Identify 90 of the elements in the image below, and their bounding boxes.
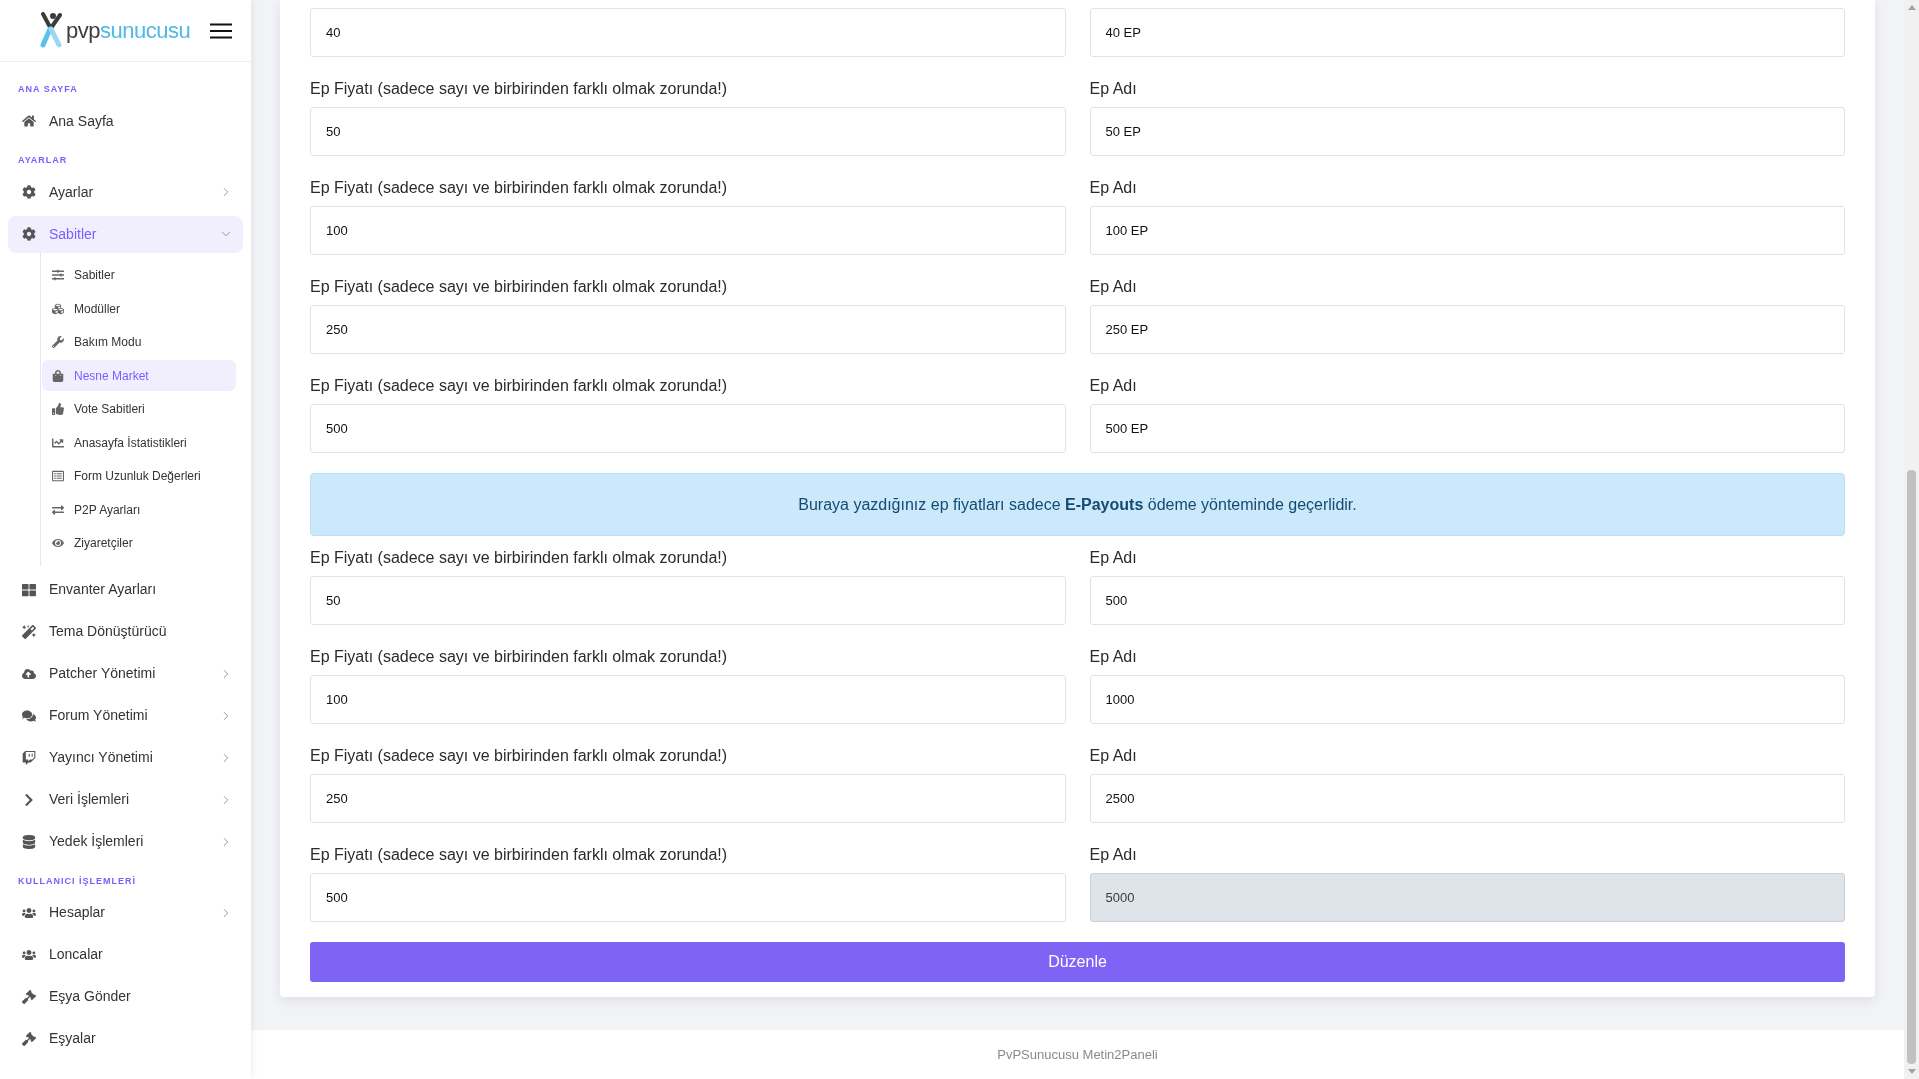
- logo-text: pvpsunucusu: [66, 17, 191, 45]
- house-icon: [22, 114, 36, 128]
- sliders-icon: [52, 269, 64, 282]
- field-label: Ep Fiyatı (sadece sayı ve birbirinden farklı olmak zorunda!): [310, 79, 729, 99]
- cloud-upload-icon: [22, 666, 36, 681]
- input-field[interactable]: 100: [310, 206, 1066, 255]
- field-label: Ep Fiyatı (sadece sayı ve birbirinden farklı olmak zorunda!): [310, 178, 729, 198]
- field-label: Ep Adı: [1089, 548, 1138, 568]
- sidebar-item[interactable]: Eşyalar: [8, 1020, 243, 1057]
- input-field[interactable]: 250: [310, 305, 1066, 354]
- submenu-item[interactable]: Anasayfa İstatistikleri: [42, 427, 236, 459]
- footer-text: PvPSunucusu Metin2Paneli: [997, 1045, 1158, 1064]
- sidebar-item[interactable]: Sabitler: [8, 215, 243, 253]
- field-label: Ep Adı: [1089, 178, 1138, 198]
- field-label: Ep Adı: [1089, 277, 1138, 297]
- scroll-up-arrow-icon[interactable]: [1907, 5, 1916, 10]
- sidebar-item[interactable]: Yayıncı Yönetimi: [8, 739, 243, 776]
- eye-icon: [52, 537, 64, 550]
- input-field[interactable]: 50: [310, 576, 1066, 625]
- input-field[interactable]: 50 EP: [1089, 107, 1845, 156]
- submenu-item[interactable]: Sabitler: [42, 259, 236, 291]
- gear-icon: [22, 185, 36, 199]
- section-title: ANA SAYFA: [17, 83, 79, 97]
- sidebar-item[interactable]: Eşya Gönder: [8, 978, 243, 1015]
- database-icon: [22, 834, 36, 849]
- section-title: AYARLAR: [17, 154, 69, 168]
- section-title: KULLANICI İŞLEMLERİ: [17, 874, 137, 888]
- alert-text: Buraya yazdığınız ep fiyatları sadece E-Payouts ödeme yönteminde geçerlidir.: [798, 494, 1357, 515]
- users-icon: [22, 947, 36, 962]
- users-icon: [22, 905, 36, 920]
- field-label: Ep Adı: [1089, 746, 1138, 766]
- input-field[interactable]: 500: [310, 404, 1066, 453]
- sidebar-item[interactable]: Hesaplar: [8, 894, 243, 931]
- sidebar-item[interactable]: Ana Sayfa: [8, 102, 243, 140]
- input-field[interactable]: 250 EP: [1089, 305, 1845, 354]
- gavel-icon: [22, 1031, 36, 1046]
- scrollbar-thumb[interactable]: [1907, 470, 1916, 1064]
- sidebar-item[interactable]: Yedek İşlemleri: [8, 823, 243, 860]
- submenu-item[interactable]: Modüller: [42, 293, 236, 325]
- field-label: Ep Fiyatı (sadece sayı ve birbirinden farklı olmak zorunda!): [310, 548, 729, 568]
- field-label: Ep Adı: [1089, 376, 1138, 396]
- input-field[interactable]: 100: [310, 675, 1066, 724]
- input-field[interactable]: 250: [310, 774, 1066, 823]
- sidebar-item[interactable]: Ayarlar: [8, 173, 243, 211]
- sidebar-item[interactable]: Patcher Yönetimi: [8, 655, 243, 692]
- field-label: Ep Fiyatı (sadece sayı ve birbirinden farklı olmak zorunda!): [310, 277, 729, 297]
- cubes-icon: [52, 302, 64, 315]
- input-field[interactable]: 500: [310, 873, 1066, 922]
- sidebar-item[interactable]: Loncalar: [8, 936, 243, 973]
- submenu-item[interactable]: P2P Ayarları: [42, 494, 236, 526]
- field-label: Ep Adı: [1089, 79, 1138, 99]
- input-field[interactable]: 40: [310, 8, 1066, 57]
- gear-icon: [22, 227, 36, 241]
- submenu-item[interactable]: Vote Sabitleri: [42, 393, 236, 425]
- input-field[interactable]: 50: [310, 107, 1066, 156]
- input-field[interactable]: 1000: [1089, 675, 1845, 724]
- submenu-item[interactable]: Nesne Market: [42, 360, 236, 392]
- magic-wand-icon: [22, 624, 36, 639]
- thumbs-up-icon: [52, 403, 64, 416]
- menu-icon: [210, 22, 232, 39]
- sidebar-item[interactable]: Forum Yönetimi: [8, 697, 243, 734]
- sidebar-item[interactable]: Tema Dönüştürücü: [8, 613, 243, 650]
- field-label: Ep Adı: [1089, 647, 1138, 667]
- input-field[interactable]: 500: [1089, 576, 1845, 625]
- submenu-item[interactable]: Bakım Modu: [42, 326, 236, 358]
- input-field[interactable]: 100 EP: [1089, 206, 1845, 255]
- chat-bubbles-icon: [22, 708, 36, 723]
- logo-mark-icon: [40, 12, 62, 49]
- input-field[interactable]: 2500: [1089, 774, 1845, 823]
- field-label: Ep Fiyatı (sadece sayı ve birbirinden farklı olmak zorunda!): [310, 845, 729, 865]
- sidebar-item[interactable]: Envanter Ayarları: [8, 571, 243, 608]
- wrench-icon: [52, 336, 64, 349]
- submenu-item[interactable]: Form Uzunluk Değerleri: [42, 460, 236, 492]
- list-icon: [52, 470, 64, 483]
- sidebar-item[interactable]: Veri İşlemleri: [8, 781, 243, 818]
- scroll-down-arrow-icon[interactable]: [1907, 1069, 1916, 1074]
- field-label: Ep Adı: [1089, 845, 1138, 865]
- gavel-icon: [22, 989, 36, 1004]
- grid-icon: [22, 582, 36, 597]
- input-field[interactable]: 40 EP: [1089, 8, 1845, 57]
- arrows-icon: [52, 503, 64, 516]
- submit-button[interactable]: Düzenle: [310, 942, 1845, 982]
- field-label: Ep Fiyatı (sadece sayı ve birbirinden farklı olmak zorunda!): [310, 647, 729, 667]
- field-label: Ep Fiyatı (sadece sayı ve birbirinden farklı olmak zorunda!): [310, 376, 729, 396]
- shopping-bag-icon: [52, 369, 64, 382]
- field-label: Ep Fiyatı (sadece sayı ve birbirinden farklı olmak zorunda!): [310, 746, 729, 766]
- input-field[interactable]: 500 EP: [1089, 404, 1845, 453]
- submenu-item[interactable]: Ziyaretçiler: [42, 527, 236, 559]
- scrollbar[interactable]: [1904, 0, 1919, 1079]
- line-chart-icon: [52, 436, 64, 449]
